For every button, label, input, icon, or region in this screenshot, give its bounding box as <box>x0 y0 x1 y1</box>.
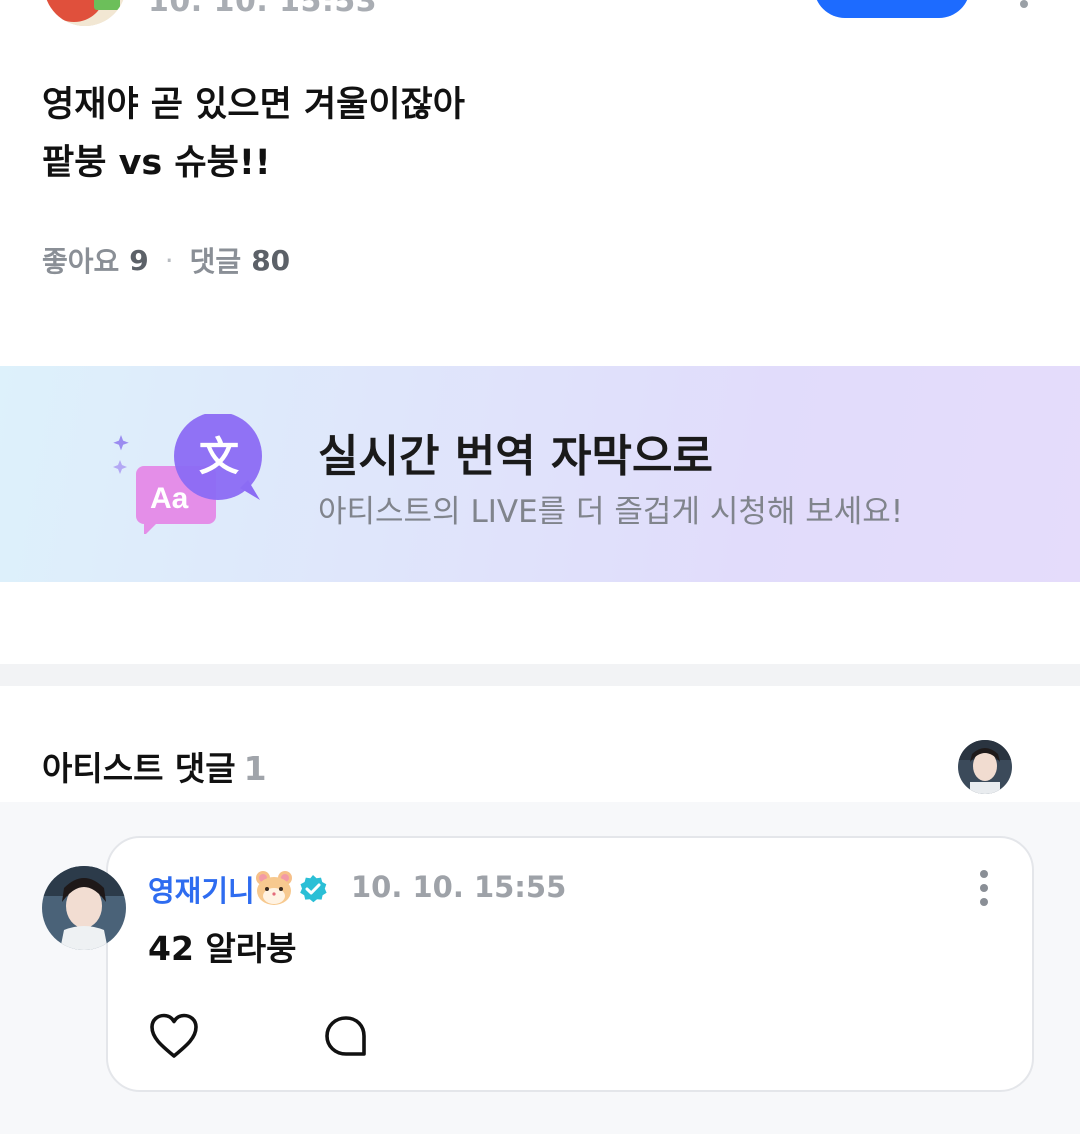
comment-timestamp: 10. 10. 15:55 <box>351 870 566 904</box>
more-vertical-icon[interactable] <box>972 868 996 908</box>
banner-subtitle: 아티스트의 LIVE를 더 즐겁게 시청해 보세요! <box>318 486 903 531</box>
author-avatar[interactable] <box>44 0 126 26</box>
post-body-line: 영재야 곧 있으면 겨울이잖아 <box>42 76 465 134</box>
heart-icon[interactable] <box>148 1012 200 1060</box>
post-body: 영재야 곧 있으면 겨울이잖아 팥붕 vs 슈붕!! <box>42 76 465 192</box>
post-detail-screen: 10. 10. 15:53 영재야 곧 있으면 겨울이잖아 팥붕 vs 슈붕!!… <box>0 0 1080 1134</box>
comment-text: 42 알라붕 <box>148 922 297 970</box>
post-timestamp: 10. 10. 15:53 <box>148 0 377 19</box>
latin-glyph: Aa <box>150 482 189 515</box>
post-stats: 좋아요 9 · 댓글 80 <box>42 240 290 280</box>
artist-avatar[interactable] <box>958 740 1012 794</box>
post-body-line: 팥붕 vs 슈붕!! <box>42 134 465 192</box>
translate-icon: Aa 文 <box>110 414 270 534</box>
verified-badge-icon <box>298 874 328 904</box>
comment-bubble-icon[interactable] <box>322 1014 370 1060</box>
artist-comments-label: 아티스트 댓글 <box>42 749 236 788</box>
likes-count: 9 <box>129 244 148 277</box>
comments-count: 80 <box>251 244 290 277</box>
banner-title: 실시간 번역 자막으로 <box>318 420 713 484</box>
artist-comments-count: 1 <box>244 749 267 788</box>
comments-label[interactable]: 댓글 <box>190 240 242 280</box>
translate-glyph: 文 <box>199 434 239 480</box>
section-divider <box>0 664 1080 686</box>
more-vertical-icon[interactable] <box>1012 0 1036 10</box>
artist-comments-title: 아티스트 댓글1 <box>42 742 267 790</box>
hamster-emoji <box>255 870 293 906</box>
stats-separator: · <box>165 244 174 277</box>
commenter-avatar[interactable] <box>42 866 126 950</box>
follow-button[interactable] <box>814 0 970 18</box>
commenter-name[interactable]: 영재기니 <box>148 868 255 910</box>
likes-label[interactable]: 좋아요 <box>42 240 119 280</box>
